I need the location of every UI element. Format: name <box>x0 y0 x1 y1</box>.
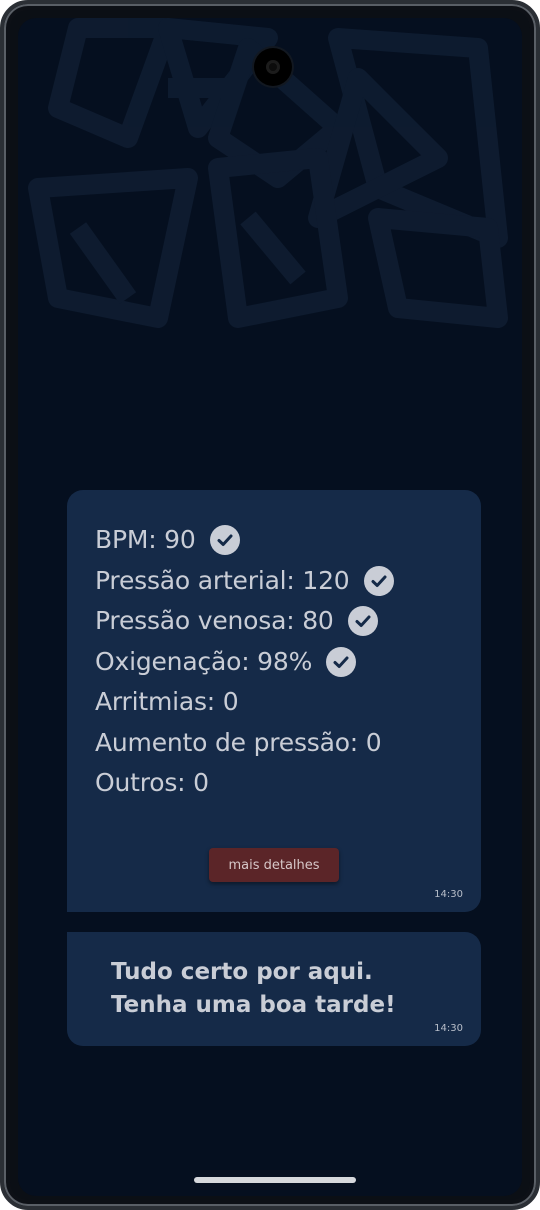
more-details-button[interactable]: mais detalhes <box>209 848 339 882</box>
metric-oxygenation: Oxigenação: 98% <box>95 642 453 683</box>
message-timestamp: 14:30 <box>434 1023 463 1034</box>
metric-bpm: BPM: 90 <box>95 520 453 561</box>
check-circle-icon <box>363 565 394 596</box>
metric-label: Oxigenação: 98% <box>95 646 313 676</box>
phone-frame: BPM: 90 Pressão arterial: 120 Pressão ve… <box>0 0 540 1210</box>
check-circle-icon <box>326 646 357 677</box>
check-circle-icon <box>209 525 240 556</box>
metrics-message-bubble: BPM: 90 Pressão arterial: 120 Pressão ve… <box>67 490 481 912</box>
metric-others: Outros: 0 <box>95 763 453 804</box>
metric-label: Arritmias: 0 <box>95 687 239 716</box>
home-indicator[interactable] <box>194 1177 356 1183</box>
message-line-2: Tenha uma boa tarde! <box>111 992 396 1018</box>
metric-arrhythmias: Arritmias: 0 <box>95 682 453 723</box>
chat-screen: BPM: 90 Pressão arterial: 120 Pressão ve… <box>18 18 522 1196</box>
metric-arterial-pressure: Pressão arterial: 120 <box>95 561 453 602</box>
metric-pressure-increase: Aumento de pressão: 0 <box>95 723 453 764</box>
metric-venous-pressure: Pressão venosa: 80 <box>95 601 453 642</box>
front-camera-icon <box>254 48 292 86</box>
greeting-message-bubble: Tudo certo por aqui. Tenha uma boa tarde… <box>67 932 481 1046</box>
message-timestamp: 14:30 <box>434 889 463 900</box>
metric-label: Pressão arterial: 120 <box>95 565 350 595</box>
message-line-1: Tudo certo por aqui. <box>111 959 373 985</box>
metric-label: BPM: 90 <box>95 525 196 554</box>
check-circle-icon <box>347 606 378 637</box>
metric-label: Aumento de pressão: 0 <box>95 727 382 757</box>
metric-label: Outros: 0 <box>95 768 209 797</box>
metric-label: Pressão venosa: 80 <box>95 606 334 635</box>
